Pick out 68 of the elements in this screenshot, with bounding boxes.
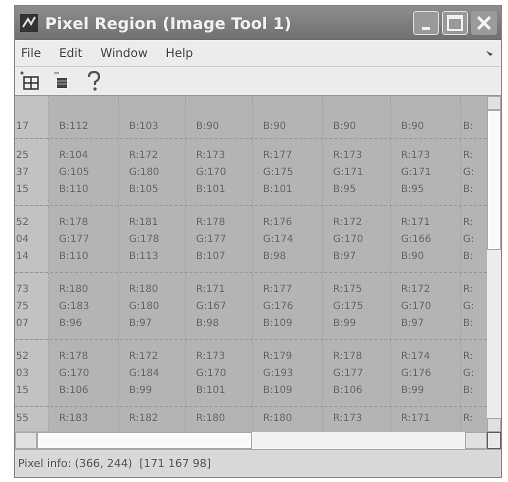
scroll-down-button[interactable] <box>487 418 501 432</box>
pixel-value-text: R:172 G:184 B:99 <box>129 350 160 398</box>
pixel-value-text: R:182 <box>129 412 158 426</box>
pixel-value-text: R:104 G:105 B:110 <box>59 148 90 196</box>
pixel-value-text: B:90 <box>263 120 286 134</box>
scroll-thumb[interactable] <box>37 432 252 449</box>
pixel-value-text: R:175 G:175 B:99 <box>333 282 364 330</box>
pixel-value-text: B:112 <box>59 120 88 134</box>
pixel-value-text: R:171 G:167 B:98 <box>196 282 226 330</box>
menu-item[interactable]: File <box>21 46 42 60</box>
pixel-value-text: R: G: B: <box>463 216 474 264</box>
vertical-scrollbar[interactable] <box>487 96 501 432</box>
pixel-value-text: R:181 G:178 B:113 <box>129 216 160 264</box>
pixel-value-text: R:172 G:170 B:97 <box>333 216 364 264</box>
app-icon <box>19 13 39 33</box>
pixel-value-text: R:180 G:180 B:97 <box>129 282 160 330</box>
pixel-value-text: R:173 G:171 B:95 <box>333 148 364 196</box>
pixel-value-text: R:183 <box>59 412 88 426</box>
pixel-value-text: R:172 G:170 B:97 <box>401 282 432 330</box>
minimize-button[interactable] <box>413 11 439 35</box>
pixel-value-text: 73 75 07 <box>16 282 29 330</box>
menu-item[interactable]: Edit <box>59 46 82 60</box>
pixel-value-text: R:171 <box>401 412 430 426</box>
pixel-value-text: 17 <box>16 120 29 134</box>
pixel-value-text: R:171 G:166 B:90 <box>401 216 432 264</box>
maximize-button[interactable] <box>442 11 468 35</box>
window-title: Pixel Region (Image Tool 1) <box>45 14 292 32</box>
scroll-right-button[interactable] <box>465 432 487 449</box>
pixel-value-text: R:174 G:176 B:99 <box>401 350 432 398</box>
pixel-value-text: B:90 <box>333 120 356 134</box>
menu-item[interactable]: Help <box>166 46 194 60</box>
pixel-value-text: R:180 G:183 B:96 <box>59 282 90 330</box>
pixel-value-text: R: G: B: <box>463 350 474 398</box>
pixel-value-text: R:173 <box>333 412 362 426</box>
grid-icon[interactable] <box>19 70 41 92</box>
pixel-value-text: R: G: B: <box>463 282 474 330</box>
pixel-value-text: R:178 G:177 B:106 <box>333 350 364 398</box>
dock-arrow-icon[interactable] <box>485 48 495 58</box>
scroll-thumb[interactable] <box>487 110 501 250</box>
pixel-value-text: 52 03 15 <box>16 350 29 398</box>
pixel-value-text: R:177 G:175 B:101 <box>263 148 294 196</box>
pixel-value-text: B:90 <box>401 120 424 134</box>
pixel-value-text: R:176 G:174 B:98 <box>263 216 294 264</box>
pixel-value-text: R:172 G:180 B:105 <box>129 148 160 196</box>
pixel-value-text: R:177 G:176 B:109 <box>263 282 294 330</box>
horizontal-scrollbar[interactable] <box>15 432 487 449</box>
pixel-value-text: 55 <box>16 412 29 426</box>
pixel-value-text: R:173 G:170 B:101 <box>196 148 226 196</box>
pixel-value-text: B:103 <box>129 120 158 134</box>
pixel-value-text: R:178 G:177 B:110 <box>59 216 90 264</box>
pixel-value-text: R:173 G:170 B:101 <box>196 350 226 398</box>
pixel-value-text: R:173 G:171 B:95 <box>401 148 432 196</box>
pixel-info-text: Pixel info: (366, 244) [171 167 98] <box>18 457 211 470</box>
scroll-up-button[interactable] <box>487 96 501 110</box>
pixel-value-text: 25 37 15 <box>16 148 29 196</box>
scroll-left-button[interactable] <box>15 432 37 449</box>
pixel-value-text: R:178 G:170 B:106 <box>59 350 90 398</box>
menu-item[interactable]: Window <box>100 46 148 60</box>
pixel-value-text: B:90 <box>196 120 219 134</box>
pixel-value-text: 52 04 14 <box>16 216 29 264</box>
pixel-value-text: R: G: B: <box>463 148 474 196</box>
pixel-value-text: R:180 <box>196 412 226 426</box>
pixel-value-text: R:178 G:177 B:107 <box>196 216 226 264</box>
pixel-value-text: R:179 G:193 B:109 <box>263 350 294 398</box>
pixel-value-text: B: <box>463 120 474 134</box>
pixel-value-text: R:180 <box>263 412 292 426</box>
scrollbar-corner <box>487 432 501 449</box>
pixel-value-text: R: <box>463 412 474 426</box>
